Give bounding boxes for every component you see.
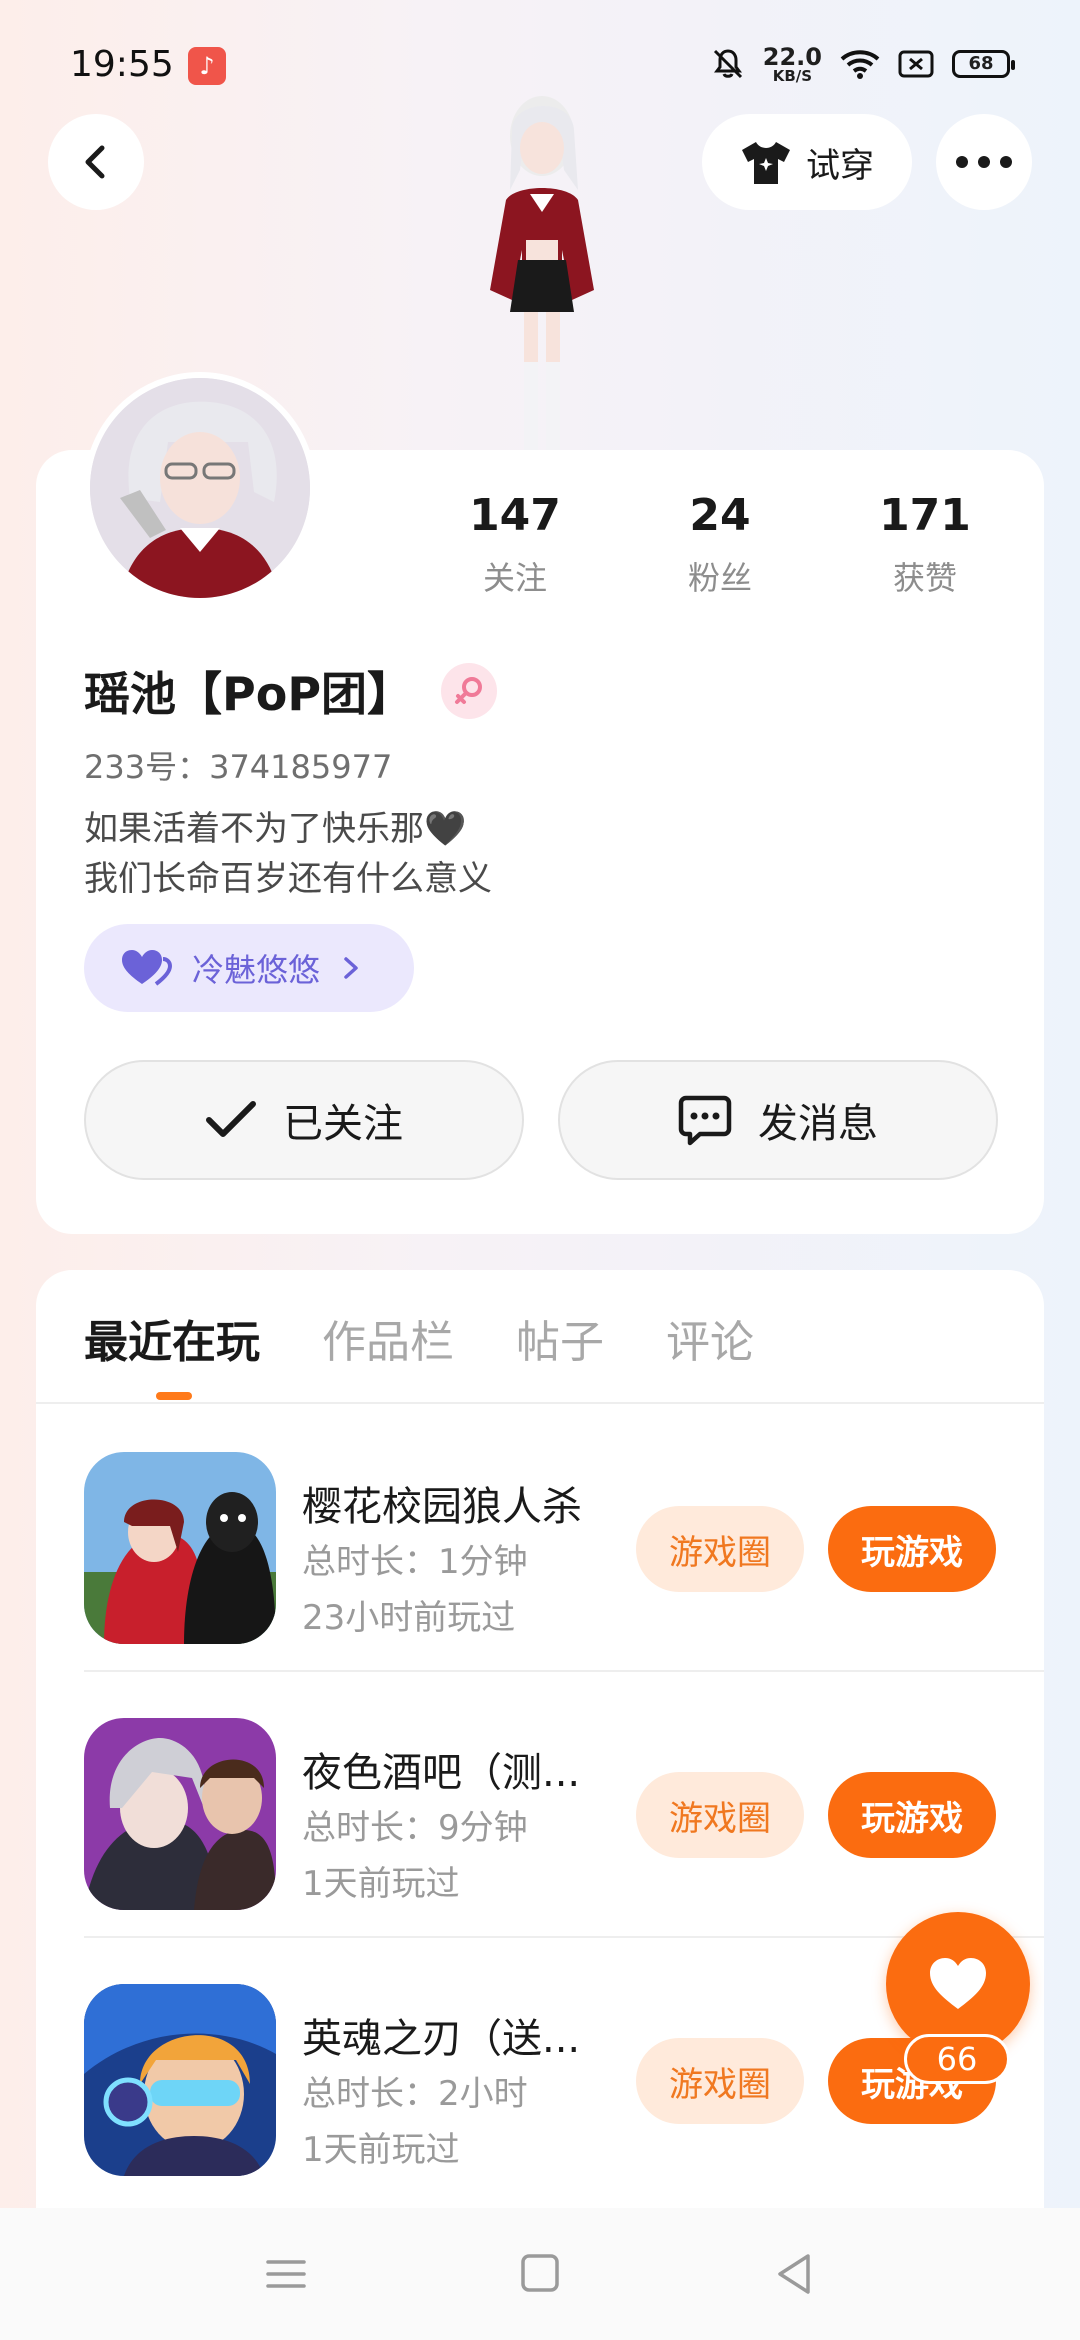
game-last-played: 1天前玩过	[302, 2130, 460, 2170]
bio-line-1: 如果活着不为了快乐那🖤	[84, 809, 467, 849]
system-nav-bar	[0, 2208, 1080, 2340]
back-triangle-icon[interactable]	[770, 2252, 818, 2296]
wifi-icon	[840, 50, 880, 79]
fans-count: 24	[689, 490, 751, 541]
more-dots-icon	[956, 156, 1012, 168]
try-on-label: 试穿	[806, 145, 874, 186]
tab-works[interactable]: 作品栏	[322, 1306, 454, 1370]
battery-icon: 68	[952, 50, 1015, 78]
following-stat[interactable]: 147 关注	[440, 490, 590, 610]
more-button[interactable]	[936, 114, 1032, 210]
chevron-right-icon	[344, 957, 358, 979]
menu-icon[interactable]	[262, 2252, 310, 2296]
following-count: 147	[469, 490, 561, 541]
game-last-played: 1天前玩过	[302, 1864, 460, 1904]
avatar[interactable]	[84, 372, 316, 604]
music-app-icon: ♪	[188, 47, 226, 85]
tshirt-icon	[742, 142, 790, 184]
network-speed: 22.0 KB/S	[763, 45, 822, 84]
game-icon	[84, 1452, 276, 1644]
play-game-button[interactable]: 玩游戏	[828, 1772, 996, 1858]
bio: 如果活着不为了快乐那🖤 我们长命百岁还有什么意义	[84, 804, 492, 904]
game-circle-button[interactable]: 游戏圈	[636, 2038, 804, 2124]
fans-stat[interactable]: 24 粉丝	[645, 490, 795, 610]
game-circle-button[interactable]: 游戏圈	[636, 1772, 804, 1858]
tab-posts[interactable]: 帖子	[516, 1306, 604, 1370]
tab-comments[interactable]: 评论	[666, 1306, 754, 1370]
followed-button[interactable]: 已关注	[84, 1060, 524, 1180]
tabs-divider	[36, 1402, 1044, 1404]
likes-count: 171	[879, 490, 971, 541]
checkmark-icon	[206, 1101, 256, 1137]
home-square-icon[interactable]	[516, 2252, 564, 2296]
game-play-duration: 总时长：1分钟	[302, 1542, 528, 1582]
game-title: 英魂之刃（送...	[302, 2016, 581, 2062]
game-icon	[84, 1984, 276, 2176]
net-speed-value: 22.0	[762, 42, 822, 71]
profile-stats: 147 关注 24 粉丝 171 获赞	[440, 490, 1000, 610]
bio-line-2: 我们长命百岁还有什么意义	[84, 859, 492, 899]
active-tab-indicator	[156, 1392, 192, 1400]
avatar-image	[90, 378, 310, 598]
game-row[interactable]: 夜色酒吧（测... 总时长：9分钟 1天前玩过 游戏圈 玩游戏	[36, 1672, 1044, 1938]
game-play-duration: 总时长：2小时	[302, 2074, 528, 2114]
send-message-button[interactable]: 发消息	[558, 1060, 998, 1180]
game-title: 樱花校园狼人杀	[302, 1484, 582, 1530]
followed-label: 已关注	[283, 1101, 403, 1147]
female-gender-icon	[441, 663, 498, 719]
game-title: 夜色酒吧（测...	[302, 1750, 581, 1796]
mute-bell-icon	[713, 49, 742, 79]
fan-tag-label: 冷魅悠悠	[192, 951, 321, 989]
game-last-played: 23小时前玩过	[302, 1598, 516, 1638]
fan-club-tag[interactable]: 冷魅悠悠	[84, 924, 414, 1012]
game-icon	[84, 1718, 276, 1910]
back-button[interactable]	[48, 114, 144, 210]
game-circle-button[interactable]: 游戏圈	[636, 1506, 804, 1592]
status-time: 19:55	[70, 44, 174, 85]
game-play-duration: 总时长：9分钟	[302, 1808, 528, 1848]
heart-icon	[930, 1958, 986, 2009]
chat-bubble-icon	[678, 1095, 732, 1146]
twin-hearts-icon	[122, 950, 172, 986]
character-avatar-figure[interactable]	[420, 90, 660, 450]
chevron-left-icon	[85, 145, 105, 179]
user-id: 233号：374185977	[84, 748, 393, 786]
screen-record-icon	[898, 50, 934, 78]
following-label: 关注	[482, 559, 547, 597]
status-icons: 22.0 KB/S 68	[711, 42, 1015, 86]
nickname-row: 瑶池【PoP团】	[84, 658, 498, 724]
likes-stat[interactable]: 171 获赞	[850, 490, 1000, 610]
nickname: 瑶池【PoP团】	[84, 667, 414, 721]
fans-label: 粉丝	[687, 559, 752, 597]
send-message-label: 发消息	[758, 1101, 878, 1147]
play-game-button[interactable]: 玩游戏	[828, 1506, 996, 1592]
try-on-button[interactable]: 试穿	[702, 114, 912, 210]
game-row[interactable]: 樱花校园狼人杀 总时长：1分钟 23小时前玩过 游戏圈 玩游戏	[36, 1406, 1044, 1672]
likes-label: 获赞	[892, 559, 957, 597]
tab-recently-played[interactable]: 最近在玩	[84, 1306, 260, 1370]
content-card: 最近在玩 作品栏 帖子 评论 樱花校园狼人杀 总时长：1分钟 23小时前玩过 游…	[36, 1270, 1044, 2340]
like-count-badge: 66	[904, 2034, 1010, 2084]
profile-tabs: 最近在玩 作品栏 帖子 评论	[84, 1306, 754, 1370]
net-speed-unit: KB/S	[772, 66, 813, 85]
